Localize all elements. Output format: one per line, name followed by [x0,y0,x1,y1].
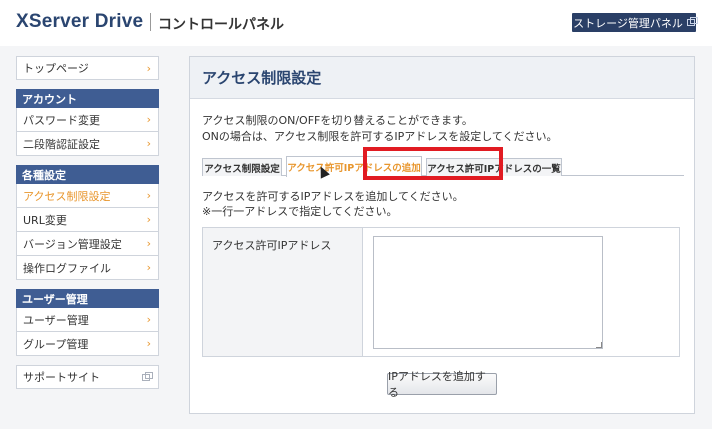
description-line: アクセス制限のON/OFFを切り替えることができます。 [202,114,473,127]
storage-panel-button[interactable]: ストレージ管理パネル [572,13,698,32]
sidebar-item-version-settings[interactable]: バージョン管理設定 › [16,232,159,256]
panel-title: コントロールパネル [158,17,284,33]
sidebar-item-label: URL変更 [23,213,67,227]
instruction-line: ※一行一アドレスで指定してください。 [202,205,398,218]
sidebar-item-label: グループ管理 [23,337,89,351]
sidebar-item-label: ユーザー管理 [23,313,89,327]
sidebar-item-support-site[interactable]: サポートサイト [16,365,159,389]
storage-panel-label: ストレージ管理パネル [573,16,683,30]
header: XServer Drive コントロールパネル ストレージ管理パネル [0,0,712,46]
page-title: アクセス制限設定 [202,69,322,87]
sidebar-item-url-change[interactable]: URL変更 › [16,208,159,232]
allowed-ip-textarea[interactable] [373,236,603,349]
sidebar-item-access-restriction[interactable]: アクセス制限設定 › [16,184,159,208]
sidebar-item-label: 操作ログファイル [23,261,111,275]
logo: XServer Drive [16,11,144,32]
tab-add-allowed-ip[interactable]: アクセス許可IPアドレスの追加 [286,156,422,177]
sidebar-item-user-management[interactable]: ユーザー管理 › [16,308,159,332]
chevron-right-icon: › [146,237,151,250]
sidebar-item-label: 二段階認証設定 [23,137,100,151]
sidebar-item-two-factor[interactable]: 二段階認証設定 › [16,132,159,156]
chevron-right-icon: › [146,137,151,150]
sidebar-item-group-management[interactable]: グループ管理 › [16,332,159,356]
chevron-right-icon: › [146,213,151,226]
external-link-icon [142,372,153,381]
chevron-right-icon: › [146,313,151,326]
sidebar-item-label: パスワード変更 [23,113,100,127]
ip-field-label: アクセス許可IPアドレス [203,228,363,356]
tab-access-restriction[interactable]: アクセス制限設定 [202,158,282,176]
sidebar-item-top-page[interactable]: トップページ › [16,56,159,80]
sidebar-item-label: サポートサイト [23,371,100,384]
sidebar-section-settings: 各種設定 [16,165,159,184]
instruction-line: アクセスを許可するIPアドレスを追加してください。 [202,190,464,203]
external-link-icon [686,17,698,26]
form-instructions: アクセスを許可するIPアドレスを追加してください。 ※一行一アドレスで指定してく… [202,189,464,219]
chevron-right-icon: › [146,62,151,75]
ip-form: アクセス許可IPアドレス [202,227,680,357]
content-panel: アクセス制限設定 アクセス制限のON/OFFを切り替えることができます。 ONの… [189,56,695,414]
sidebar-section-account: アカウント [16,89,159,108]
tab-bar: アクセス制限設定 アクセス許可IPアドレスの追加 アクセス許可IPアドレスの一覧 [202,156,684,177]
logo-divider [150,13,151,31]
description: アクセス制限のON/OFFを切り替えることができます。 ONの場合は、アクセス制… [202,113,558,145]
add-ip-button[interactable]: IPアドレスを追加する [387,370,497,399]
sidebar: トップページ › アカウント パスワード変更 › 二段階認証設定 › 各種設定 … [16,56,159,389]
sidebar-item-operation-log[interactable]: 操作ログファイル › [16,256,159,280]
sidebar-item-password[interactable]: パスワード変更 › [16,108,159,132]
sidebar-item-label: トップページ [23,62,89,75]
resize-grip-icon[interactable] [596,342,602,348]
sidebar-item-label: バージョン管理設定 [23,237,122,251]
content-header: アクセス制限設定 [190,57,694,99]
tab-allowed-ip-list[interactable]: アクセス許可IPアドレスの一覧 [426,158,562,176]
chevron-right-icon: › [146,189,151,202]
chevron-right-icon: › [146,113,151,126]
sidebar-item-label: アクセス制限設定 [23,189,111,203]
sidebar-section-users: ユーザー管理 [16,289,159,308]
chevron-right-icon: › [146,261,151,274]
description-line: ONの場合は、アクセス制限を許可するIPアドレスを設定してください。 [202,130,558,143]
chevron-right-icon: › [146,337,151,350]
